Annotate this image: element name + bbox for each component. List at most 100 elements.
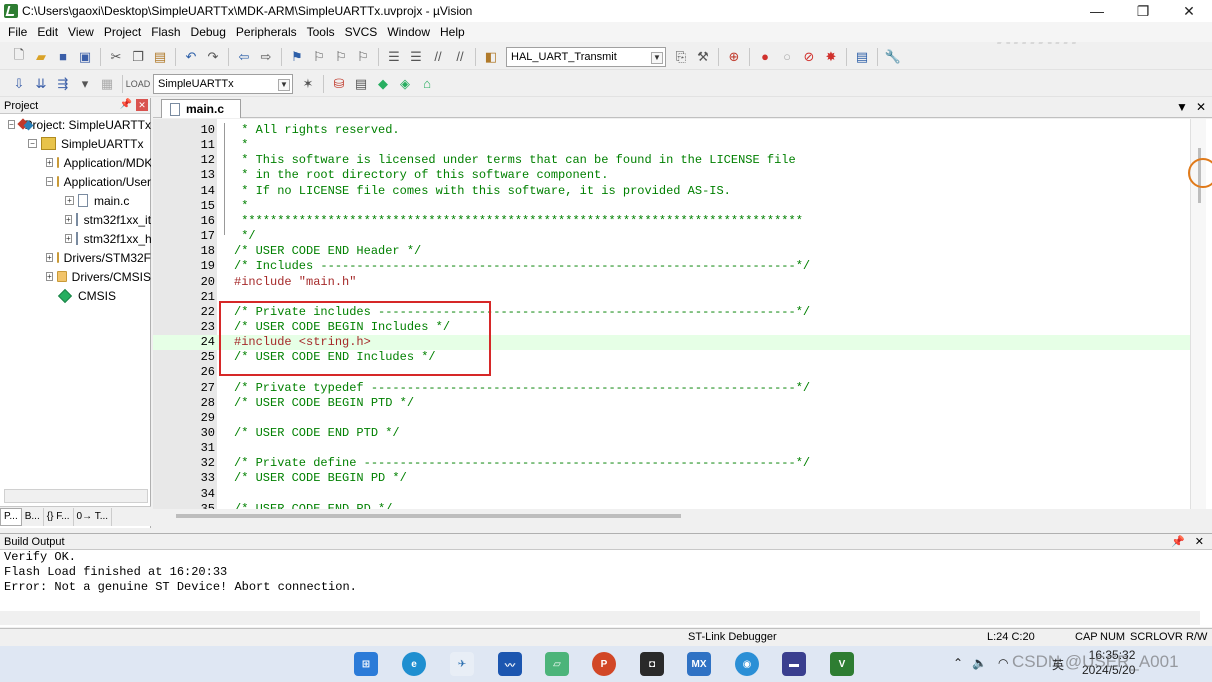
close-panel-icon[interactable]: ✕ — [136, 99, 148, 111]
code-line[interactable]: 14 * If no LICENSE file comes with this … — [153, 184, 1193, 199]
code-line[interactable]: 31 — [153, 441, 1193, 456]
tab-project[interactable]: P... — [0, 507, 22, 526]
tree-node-group[interactable]: + Application/MDK-ARM — [46, 153, 151, 172]
start-icon[interactable]: ⊞ — [354, 652, 378, 676]
next-bookmark-icon[interactable]: ⚐ — [332, 48, 350, 66]
notes-app-icon[interactable]: ▱ — [545, 652, 569, 676]
close-tab-icon[interactable]: ✕ — [1196, 100, 1206, 114]
pin-icon[interactable]: 📌 — [120, 99, 132, 111]
open-folder-icon[interactable]: ▰ — [32, 48, 50, 66]
pack-installer-icon[interactable]: ◈ — [396, 75, 414, 93]
expand-icon[interactable]: + — [65, 215, 72, 224]
manage-components-icon[interactable]: ⛁ — [330, 75, 348, 93]
code-line[interactable]: 26 — [153, 365, 1193, 380]
find-combo[interactable]: HAL_UART_Transmit ▼ — [506, 46, 666, 67]
pin-icon[interactable]: 📌 — [1171, 535, 1185, 548]
tab-books[interactable]: B... — [22, 507, 44, 526]
code-line[interactable]: 16 *************************************… — [153, 214, 1193, 229]
menu-project[interactable]: Project — [100, 25, 147, 39]
menu-tools[interactable]: Tools — [303, 25, 341, 39]
expand-icon[interactable]: + — [65, 196, 74, 205]
navigate-back-icon[interactable]: ⇦ — [235, 48, 253, 66]
copy-icon[interactable]: ❐ — [129, 48, 147, 66]
run-time-env-icon[interactable]: ◆ — [374, 75, 392, 93]
tab-list-icon[interactable]: ▼ — [1176, 100, 1188, 114]
menu-view[interactable]: View — [64, 25, 100, 39]
expand-icon[interactable]: + — [46, 272, 53, 281]
code-line[interactable]: 30 /* USER CODE END PTD */ — [153, 426, 1193, 441]
cut-icon[interactable]: ✂ — [107, 48, 125, 66]
code-line[interactable]: 23 /* USER CODE BEGIN Includes */ — [153, 320, 1193, 335]
navigate-forward-icon[interactable]: ⇨ — [257, 48, 275, 66]
build-output-hscrollbar[interactable] — [0, 611, 1200, 625]
code-line[interactable]: 29 — [153, 411, 1193, 426]
options-for-target-icon[interactable]: ✶ — [299, 75, 317, 93]
uvision-taskbar-icon[interactable]: V — [830, 652, 854, 676]
clear-bookmarks-icon[interactable]: ⚐ — [354, 48, 372, 66]
paste-icon[interactable]: ▤ — [151, 48, 169, 66]
menu-file[interactable]: File — [4, 25, 33, 39]
code-line[interactable]: 10 * All rights reserved. — [153, 123, 1193, 138]
editor-hscroll-thumb[interactable] — [176, 514, 681, 518]
translate-icon[interactable]: ⇩ — [10, 75, 28, 93]
code-line[interactable]: 17 */ — [153, 229, 1193, 244]
code-editor[interactable]: 10 * All rights reserved. 11 * 12 * This s… — [153, 119, 1212, 509]
code-line[interactable]: 33 /* USER CODE BEGIN PD */ — [153, 471, 1193, 486]
terminal-app-icon[interactable]: ▬ — [782, 652, 806, 676]
rebuild-icon[interactable]: ⇶ — [54, 75, 72, 93]
tree-node-group[interactable]: − Application/User/Core — [46, 172, 151, 191]
code-line[interactable]: 18 /* USER CODE END Header */ — [153, 244, 1193, 259]
tree-node-component[interactable]: CMSIS — [57, 286, 151, 305]
menu-window[interactable]: Window — [383, 25, 436, 39]
camera-app-icon[interactable]: ◘ — [640, 652, 664, 676]
menu-peripherals[interactable]: Peripherals — [232, 25, 303, 39]
debug-session-icon[interactable]: ⊕ — [725, 48, 743, 66]
indent-icon[interactable]: ☰ — [385, 48, 403, 66]
undo-icon[interactable]: ↶ — [182, 48, 200, 66]
code-line[interactable]: 22 /* Private includes ------------------… — [153, 305, 1193, 320]
tray-overflow-icon[interactable]: ⌃ — [953, 656, 963, 670]
close-button[interactable]: ✕ — [1166, 0, 1212, 22]
tab-main-c[interactable]: main.c — [161, 99, 241, 118]
disable-breakpoint-icon[interactable]: ○ — [778, 48, 796, 66]
code-line[interactable]: 19 /* Includes --------------------------… — [153, 259, 1193, 274]
app-icon[interactable]: ✈ — [450, 652, 474, 676]
tree-node-group[interactable]: + Drivers/CMSIS — [46, 267, 151, 286]
collapse-icon[interactable]: − — [8, 120, 15, 129]
minimize-button[interactable]: — — [1074, 0, 1120, 22]
configure-icon[interactable]: 🔧 — [884, 48, 902, 66]
code-line[interactable]: 24 #include <string.h> — [153, 335, 1193, 351]
chevron-down-icon[interactable]: ▼ — [651, 51, 663, 64]
edge-icon[interactable]: e — [402, 652, 426, 676]
browser-app-icon[interactable]: ◉ — [735, 652, 759, 676]
code-line[interactable]: 20 #include "main.h" — [153, 275, 1193, 290]
find-icon[interactable]: ⎘ — [672, 48, 690, 66]
save-all-icon[interactable]: ▣ — [76, 48, 94, 66]
code-line[interactable]: 35 /* USER CODE END PD */ — [153, 502, 1193, 509]
expand-icon[interactable]: + — [65, 234, 72, 243]
maximize-button[interactable]: ❐ — [1120, 0, 1166, 22]
menu-flash[interactable]: Flash — [147, 25, 186, 39]
tree-node-project[interactable]: − Project: SimpleUARTTx — [8, 115, 151, 134]
tree-node-file[interactable]: + stm32f1xx_it.c — [65, 210, 151, 229]
tree-node-group[interactable]: + Drivers/STM32F1xx_HAL_Driver — [46, 248, 151, 267]
close-panel-icon[interactable]: ✕ — [1195, 535, 1204, 548]
prev-bookmark-icon[interactable]: ⚐ — [310, 48, 328, 66]
kill-breakpoints-icon[interactable]: ✸ — [822, 48, 840, 66]
menu-svcs[interactable]: SVCS — [341, 25, 384, 39]
code-line[interactable]: 28 /* USER CODE BEGIN PTD */ — [153, 396, 1193, 411]
unindent-icon[interactable]: ☰ — [407, 48, 425, 66]
incremental-find-icon[interactable]: ⚒ — [694, 48, 712, 66]
tree-node-target[interactable]: − SimpleUARTTx — [28, 134, 151, 153]
code-line[interactable]: 25 /* USER CODE END Includes */ — [153, 350, 1193, 365]
build-icon[interactable]: ⇊ — [32, 75, 50, 93]
new-file-icon[interactable]: 🗋 — [10, 47, 28, 66]
tree-node-file[interactable]: + stm32f1xx_hal_msp.c — [65, 229, 151, 248]
collapse-icon[interactable]: − — [28, 139, 37, 148]
code-line[interactable]: 12 * This software is licensed under ter… — [153, 153, 1193, 168]
uncomment-icon[interactable]: // — [451, 48, 469, 66]
tree-node-file[interactable]: + main.c — [65, 191, 151, 210]
chevron-down-icon[interactable]: ▼ — [278, 78, 290, 91]
tab-functions[interactable]: {} F... — [44, 507, 74, 526]
menu-help[interactable]: Help — [436, 25, 471, 39]
